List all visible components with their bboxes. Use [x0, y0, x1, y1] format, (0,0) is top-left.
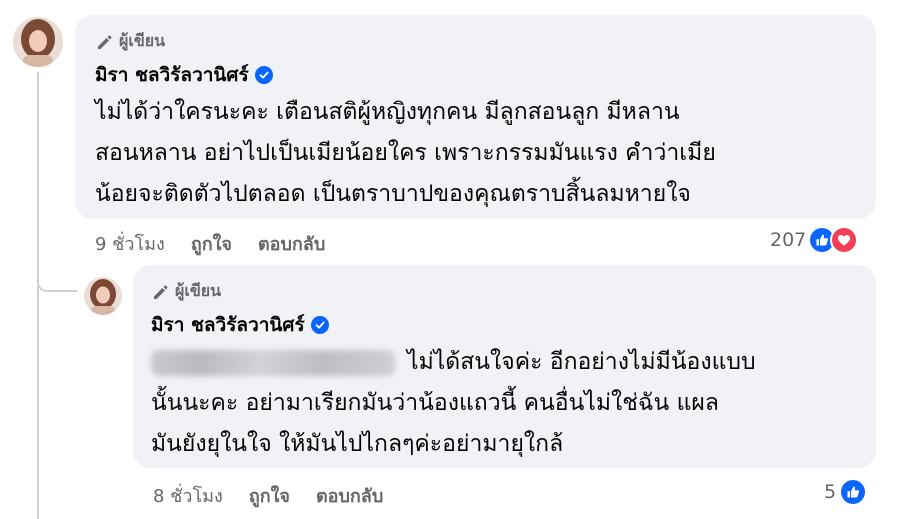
comment-bubble: ผู้เขียน มิรา ชลวิรัลวานิศร์ ไม่ได้ว่าใค…	[75, 15, 876, 219]
reply-button[interactable]: ตอบกลับ	[316, 481, 383, 510]
comment-line: นั้นนะคะ อย่ามาเรียกมันว่าน้องแถวนี้ คนอ…	[151, 390, 719, 416]
thread-line	[37, 72, 39, 519]
comment-actions: 9 ชั่วโมง ถูกใจ ตอบกลับ	[95, 229, 325, 258]
timestamp-link[interactable]: 8 ชั่วโมง	[153, 481, 223, 510]
avatar[interactable]	[13, 17, 63, 67]
verified-badge-icon	[310, 316, 329, 334]
comment-line: สอนหลาน อย่าไปเป็นเมียน้อยใคร เพราะกรรมม…	[95, 140, 716, 166]
pencil-icon	[154, 285, 168, 299]
comment-line: ไม่ได้ว่าใครนะคะ เตือนสติผู้หญิงทุกคน มี…	[95, 99, 680, 125]
comment-line: มันยังยุในใจ ให้มันไปไกลๆค่ะอย่ามายุใกล้	[151, 431, 564, 457]
comment-text: ไม่ได้สนใจค่ะ อีกอย่างไม่มีน้องแบบ นั้นน…	[151, 342, 858, 465]
like-button[interactable]: ถูกใจ	[249, 481, 290, 510]
verified-badge-icon	[254, 66, 273, 84]
reply-button[interactable]: ตอบกลับ	[258, 229, 325, 258]
author-name[interactable]: มิรา ชลวิรัลวานิศร์	[151, 310, 305, 340]
like-icon	[839, 478, 868, 506]
blurred-mention	[151, 349, 395, 376]
love-icon	[830, 226, 859, 254]
comment-bubble: ผู้เขียน มิรา ชลวิรัลวานิศร์ ไม่ได้สนใจค…	[133, 265, 876, 468]
comment-line: น้อยจะติดตัวไปตลอด เป็นตราบาปของคุณตราบส…	[95, 181, 691, 207]
reaction-count: 207	[770, 229, 807, 251]
author-badge: ผู้เขียน	[95, 29, 856, 54]
reaction-summary[interactable]: 5	[824, 478, 868, 506]
avatar[interactable]	[84, 277, 122, 315]
reaction-summary[interactable]: 207	[770, 226, 859, 254]
reply-connector	[37, 268, 77, 292]
reaction-count: 5	[824, 481, 837, 503]
author-badge-label: ผู้เขียน	[175, 281, 222, 300]
comment-actions: 8 ชั่วโมง ถูกใจ ตอบกลับ	[153, 481, 383, 510]
pencil-icon	[98, 35, 112, 49]
comment-text: ไม่ได้ว่าใครนะคะ เตือนสติผู้หญิงทุกคน มี…	[95, 92, 856, 215]
author-name[interactable]: มิรา ชลวิรัลวานิศร์	[95, 60, 249, 90]
timestamp-link[interactable]: 9 ชั่วโมง	[95, 229, 165, 258]
author-badge: ผู้เขียน	[151, 279, 858, 304]
comment-line: ไม่ได้สนใจค่ะ อีกอย่างไม่มีน้องแบบ	[407, 349, 756, 375]
like-button[interactable]: ถูกใจ	[191, 229, 232, 258]
author-badge-label: ผู้เขียน	[119, 31, 166, 50]
